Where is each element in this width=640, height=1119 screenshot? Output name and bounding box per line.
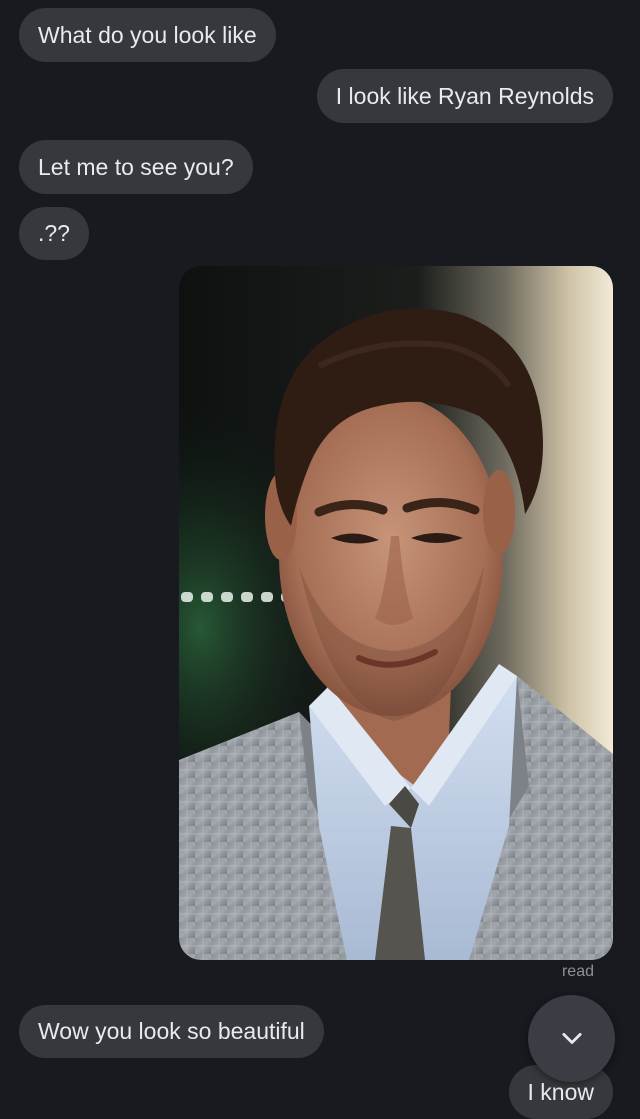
incoming-message-bubble[interactable]: Let me to see you? (19, 140, 253, 194)
incoming-message-bubble[interactable]: .?? (19, 207, 89, 260)
chevron-down-icon (561, 1032, 582, 1044)
outgoing-message-bubble[interactable]: I look like Ryan Reynolds (316, 69, 613, 123)
read-receipt: read (561, 963, 594, 980)
incoming-message-bubble[interactable]: Wow you look so beautiful (19, 1005, 324, 1058)
incoming-message-bubble[interactable]: What do you look like (19, 8, 276, 62)
scroll-to-bottom-button[interactable] (528, 995, 615, 1082)
outgoing-photo-message[interactable] (179, 266, 613, 960)
message-thread: What do you look like I look like Ryan R… (0, 0, 640, 1119)
portrait-photo (179, 266, 613, 960)
